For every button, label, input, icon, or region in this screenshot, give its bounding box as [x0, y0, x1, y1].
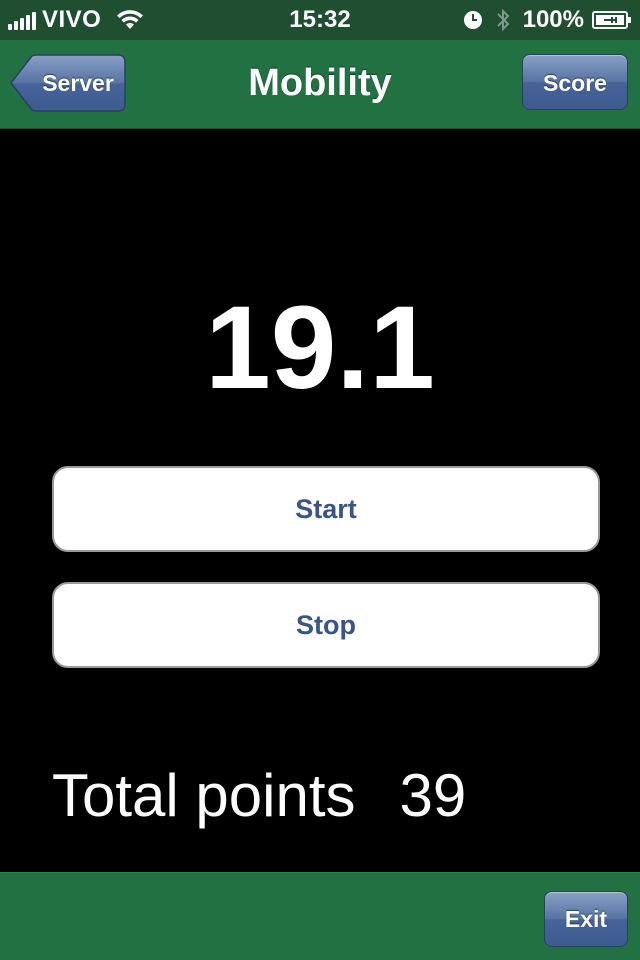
total-points-label: Total points	[52, 762, 356, 829]
bottom-toolbar: Exit	[0, 872, 640, 960]
status-bar: VIVO 15:32 100%	[0, 0, 640, 40]
score-button[interactable]: Score	[522, 54, 628, 110]
battery-charging-icon	[592, 10, 632, 30]
exit-button[interactable]: Exit	[544, 891, 628, 947]
battery-percent: 100%	[522, 6, 584, 33]
navigation-bar: Server Mobility Score	[0, 40, 640, 129]
timer-display: 19.1	[205, 282, 435, 414]
stop-button[interactable]: Stop	[52, 582, 600, 668]
bluetooth-icon	[495, 7, 511, 33]
total-points-row: Total points 39	[52, 760, 466, 832]
start-button[interactable]: Start	[52, 466, 600, 552]
total-points-value: 39	[399, 762, 467, 829]
status-right: 100%	[463, 6, 632, 34]
app-screen: VIVO 15:32 100% Server Mobility Score 19…	[0, 0, 640, 960]
clock-icon	[463, 10, 483, 30]
